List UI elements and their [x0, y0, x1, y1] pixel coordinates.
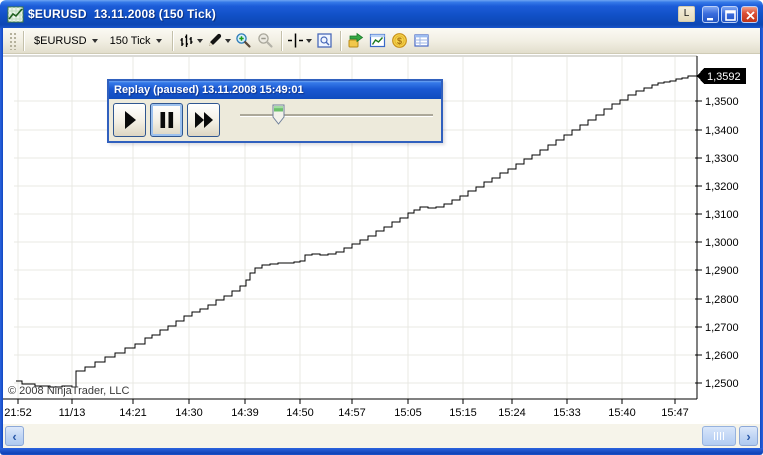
chevron-down-icon: [91, 39, 98, 43]
toolbar-grip-handle[interactable]: [9, 31, 16, 50]
bar-type-button[interactable]: [177, 30, 205, 52]
chart-app-icon: [7, 6, 24, 23]
replay-panel-title[interactable]: Replay (paused) 13.11.2008 15:49:01: [109, 81, 441, 99]
maximize-icon: [725, 9, 736, 21]
minimize-button[interactable]: [702, 5, 719, 23]
replay-pause-button[interactable]: [150, 103, 183, 137]
market-analyzer-button[interactable]: [411, 30, 433, 52]
interval-label: 150 Tick: [109, 34, 151, 47]
svg-text:14:50: 14:50: [286, 407, 314, 419]
svg-text:1,3300: 1,3300: [705, 153, 739, 165]
horizontal-scrollbar[interactable]: ‹ ›: [3, 424, 760, 448]
replay-speed-slider-thumb[interactable]: [272, 104, 285, 125]
svg-text:1,3000: 1,3000: [705, 237, 739, 249]
svg-text:15:33: 15:33: [553, 407, 581, 419]
minimize-icon: [707, 17, 713, 20]
title-bar[interactable]: $EURUSD 13.11.2008 (150 Tick) L: [0, 0, 763, 28]
chart-icon: [369, 33, 386, 48]
replay-play-button[interactable]: [113, 103, 146, 137]
instrument-label: $EURUSD: [34, 34, 87, 47]
toolbar-separator: [171, 30, 173, 51]
scroll-right-button[interactable]: ›: [739, 426, 758, 446]
close-icon: [746, 10, 755, 20]
accounts-icon: [348, 32, 364, 48]
zoom-out-icon: [258, 33, 273, 48]
svg-text:$: $: [397, 36, 402, 46]
svg-text:1,2700: 1,2700: [705, 322, 739, 334]
replay-speed-slider-track[interactable]: [240, 114, 433, 116]
chevron-down-icon: [306, 39, 313, 43]
replay-fast-forward-button[interactable]: [187, 103, 220, 137]
pencil-icon: [209, 33, 222, 46]
chart-window: $EURUSD 13.11.2008 (150 Tick) L $EURUSD …: [0, 0, 763, 455]
replay-panel: Replay (paused) 13.11.2008 15:49:01: [107, 79, 443, 143]
scrollbar-thumb[interactable]: [702, 426, 736, 446]
chevron-down-icon: [155, 39, 162, 43]
svg-text:15:15: 15:15: [449, 407, 477, 419]
svg-text:21:52: 21:52: [4, 407, 32, 419]
svg-text:15:24: 15:24: [498, 407, 526, 419]
svg-text:1,2500: 1,2500: [705, 378, 739, 390]
zoom-in-icon: [236, 33, 251, 48]
svg-text:1,2800: 1,2800: [705, 294, 739, 306]
crosshair-button[interactable]: [286, 30, 314, 52]
svg-text:11/13: 11/13: [59, 407, 86, 419]
svg-text:1,3100: 1,3100: [705, 209, 739, 221]
fast-forward-icon: [194, 112, 213, 128]
maximize-button[interactable]: [721, 5, 738, 23]
link-button[interactable]: L: [678, 6, 695, 22]
grid-icon: [414, 34, 429, 47]
scroll-left-button[interactable]: ‹: [5, 426, 24, 446]
svg-text:1,3200: 1,3200: [705, 181, 739, 193]
svg-text:14:21: 14:21: [119, 407, 147, 419]
svg-text:1,3400: 1,3400: [705, 125, 739, 137]
window-border-bottom[interactable]: [0, 448, 763, 455]
replay-panel-body: [109, 99, 441, 141]
svg-text:14:39: 14:39: [231, 407, 259, 419]
sim-account-button[interactable]: $: [389, 30, 411, 52]
svg-text:15:47: 15:47: [661, 407, 689, 419]
play-icon: [124, 111, 136, 129]
svg-text:14:57: 14:57: [338, 407, 366, 419]
window-title: $EURUSD 13.11.2008 (150 Tick): [28, 7, 216, 21]
window-border-left: [0, 28, 3, 448]
zoom-in-button[interactable]: [233, 30, 255, 52]
coin-icon: $: [392, 33, 407, 48]
svg-text:1,3500: 1,3500: [705, 96, 739, 108]
interval-selector[interactable]: 150 Tick: [104, 32, 168, 50]
instrument-selector[interactable]: $EURUSD: [28, 32, 104, 50]
svg-text:15:40: 15:40: [608, 407, 636, 419]
svg-text:1,2900: 1,2900: [705, 265, 739, 277]
bar-interval-icon: [180, 34, 193, 47]
toolbar-separator: [339, 30, 341, 51]
zoom-out-button[interactable]: [255, 30, 277, 52]
toolbar-separator: [280, 30, 282, 51]
close-button[interactable]: [741, 5, 758, 23]
svg-text:14:30: 14:30: [175, 407, 203, 419]
crosshair-icon: [288, 33, 304, 48]
chart-area: 1,3500 1,3400 1,3300 1,3200 1,3100 1,3000 1,29…: [0, 54, 760, 424]
toolbar: $EURUSD 150 Tick $: [3, 28, 760, 54]
pause-icon: [160, 112, 173, 128]
drawing-tools-button[interactable]: [205, 30, 233, 52]
toolbar-separator: [23, 30, 24, 51]
chart-button[interactable]: [367, 30, 389, 52]
svg-text:1,3592: 1,3592: [707, 71, 741, 83]
chevron-down-icon: [225, 39, 232, 43]
svg-text:15:05: 15:05: [394, 407, 422, 419]
svg-text:1,2600: 1,2600: [705, 350, 739, 362]
data-box-button[interactable]: [314, 30, 336, 52]
data-box-icon: [317, 33, 332, 48]
chevron-down-icon: [197, 39, 204, 43]
accounts-button[interactable]: [345, 30, 367, 52]
svg-text:© 2008 NinjaTrader, LLC: © 2008 NinjaTrader, LLC: [8, 385, 129, 397]
